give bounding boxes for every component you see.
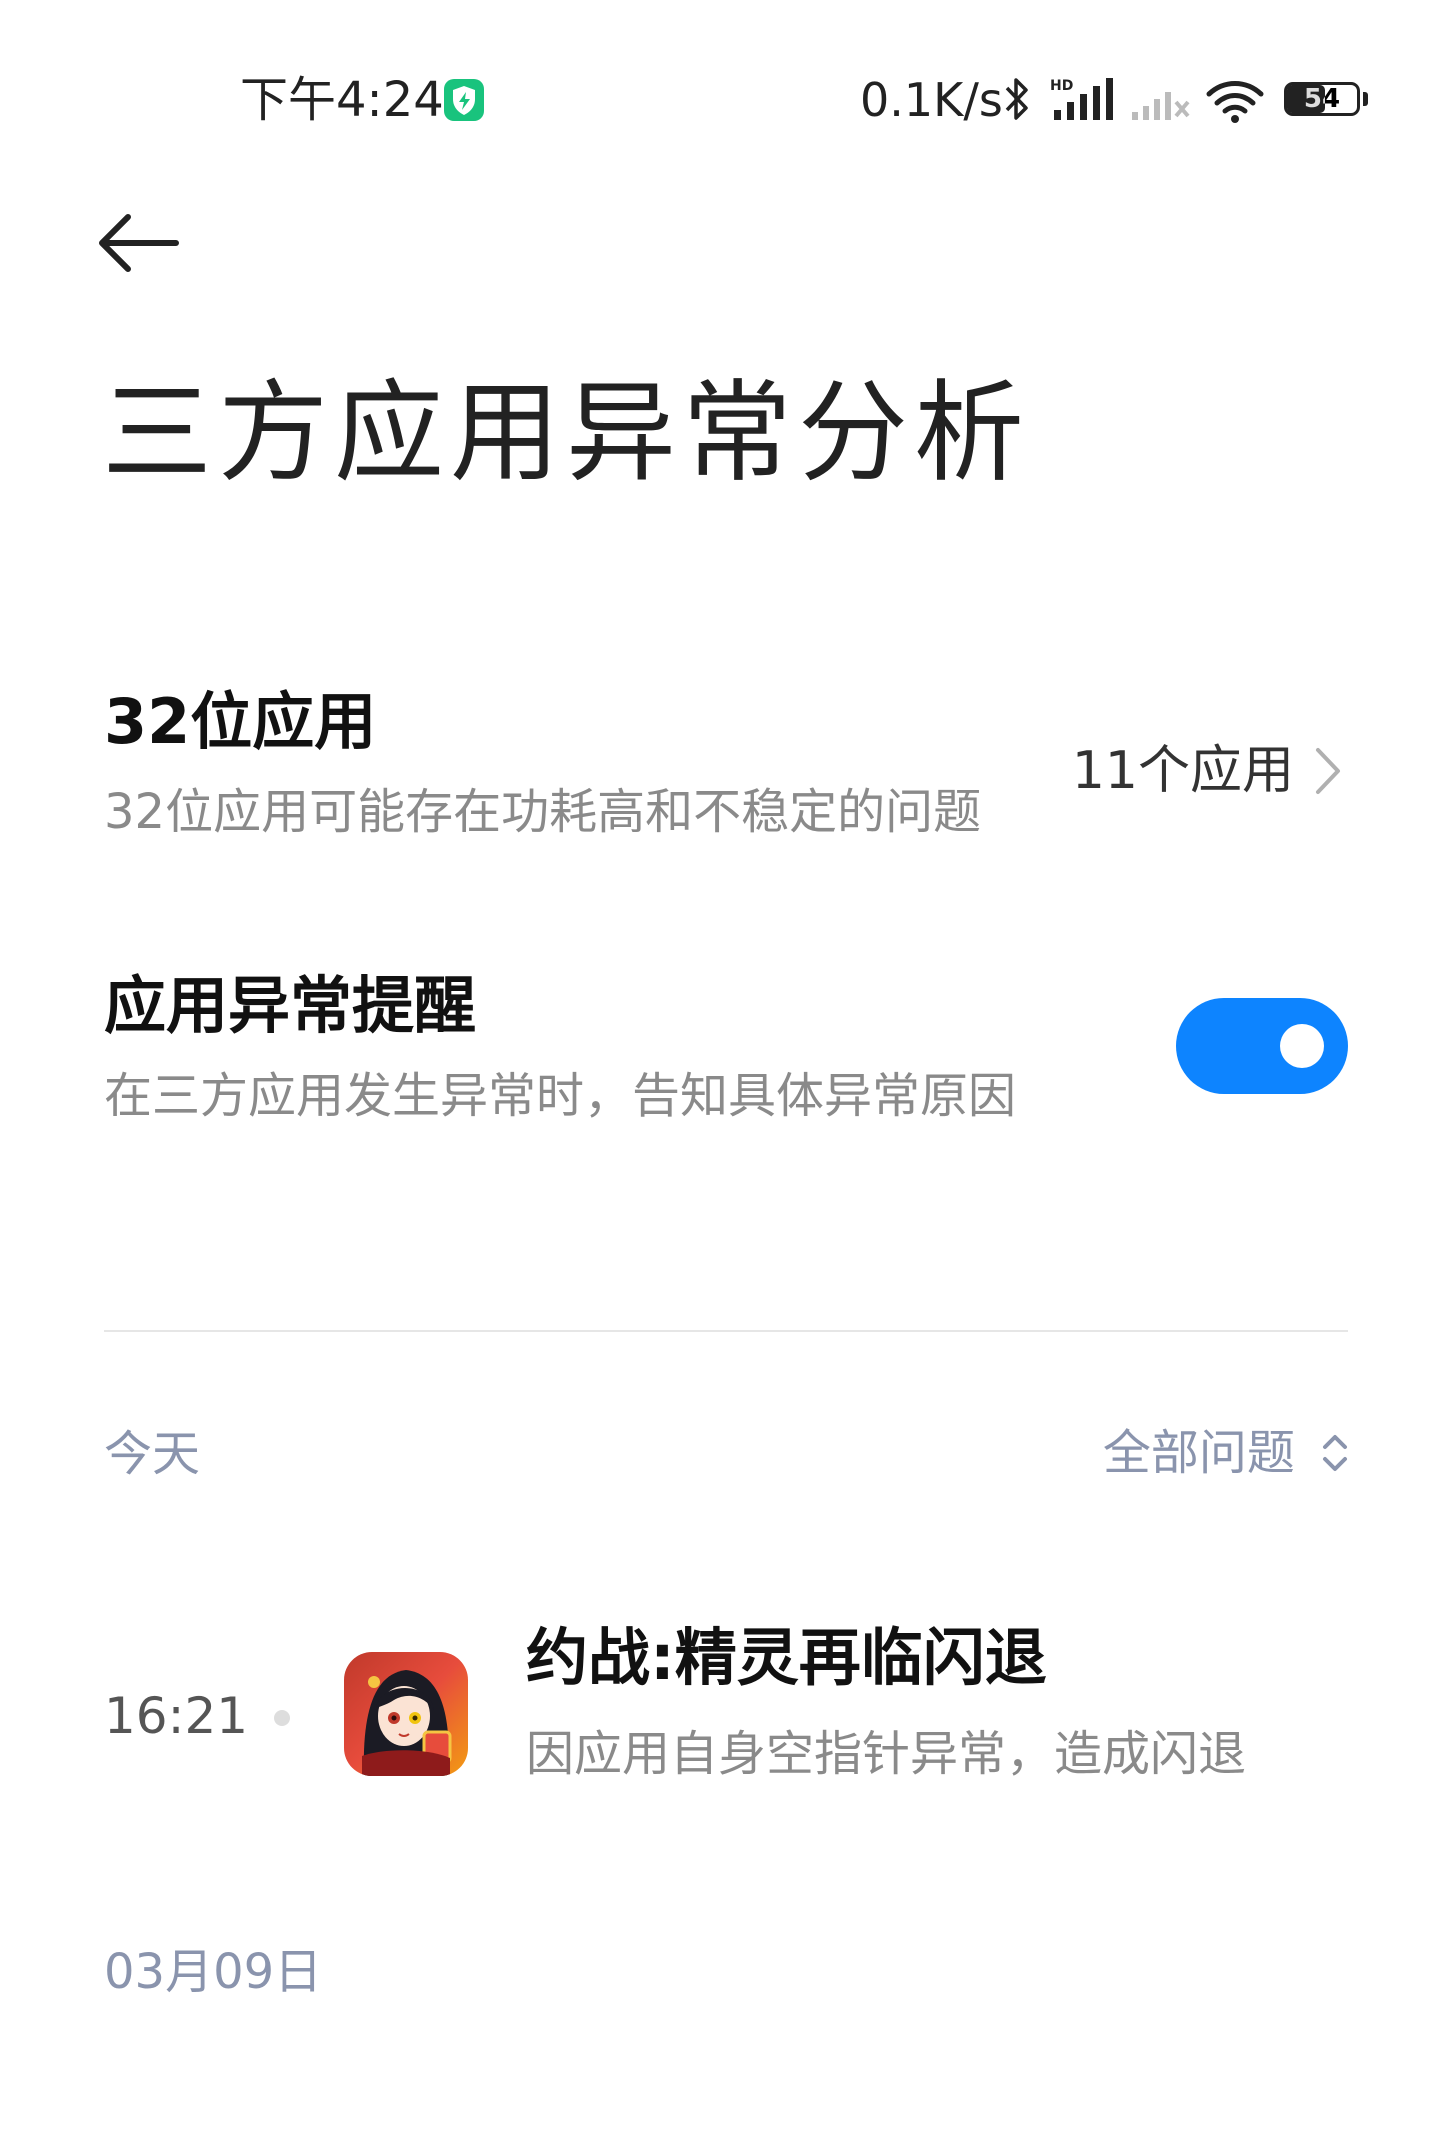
back-arrow-icon[interactable] [96,210,182,276]
crash-title: 约战:精灵再临闪退 [526,1621,1047,1694]
sort-arrows-icon [1323,1435,1347,1471]
anomaly-alert-toggle[interactable] [1176,998,1348,1094]
toggle-knob [1280,1024,1324,1068]
apps-32bit-title: 32位应用 [104,685,377,758]
battery-level: 54 [1303,84,1341,114]
app-icon [344,1652,468,1776]
signal-icon: HD [1050,78,1113,120]
today-label: 今天 [104,1426,201,1482]
apps-32bit-subtitle: 32位应用可能存在功耗高和不稳定的问题 [104,784,982,840]
network-speed: 0.1K/s [860,73,1003,127]
crash-reason: 因应用自身空指针异常，造成闪退 [526,1726,1247,1782]
battery-icon: 54 [1284,82,1370,120]
anomaly-alert-subtitle: 在三方应用发生异常时，告知具体异常原因 [104,1068,1017,1124]
wifi-icon [1206,81,1264,123]
date-group-label: 03月09日 [104,1944,323,2000]
apps-32bit-row[interactable]: 32位应用 32位应用可能存在功耗高和不稳定的问题 11个应用 [104,684,1344,854]
timeline-dot [274,1710,290,1726]
chevron-right-icon [1316,748,1340,794]
status-time: 下午4:24 [240,72,444,128]
bluetooth-icon [1005,78,1028,120]
apps-32bit-count: 11个应用 [1071,741,1294,801]
page-title: 三方应用异常分析 [102,369,1030,497]
hd-label: HD [1050,78,1073,94]
status-bar: 下午4:24 0.1K/s HD 54 [0,0,1440,150]
crash-time: 16:21 [104,1687,249,1745]
filter-dropdown[interactable]: 全部问题 [1103,1420,1350,1490]
signal-no-service-icon [1132,92,1190,120]
list-item[interactable]: 16:21 约战:精灵再临闪退 因应用自身空指针异常，造成闪退 [0,1620,1440,1810]
divider [104,1330,1348,1332]
filter-label: 全部问题 [1102,1425,1295,1481]
anomaly-alert-title: 应用异常提醒 [104,969,477,1042]
anomaly-alert-row: 应用异常提醒 在三方应用发生异常时，告知具体异常原因 [104,968,1348,1138]
shield-icon [444,79,484,121]
